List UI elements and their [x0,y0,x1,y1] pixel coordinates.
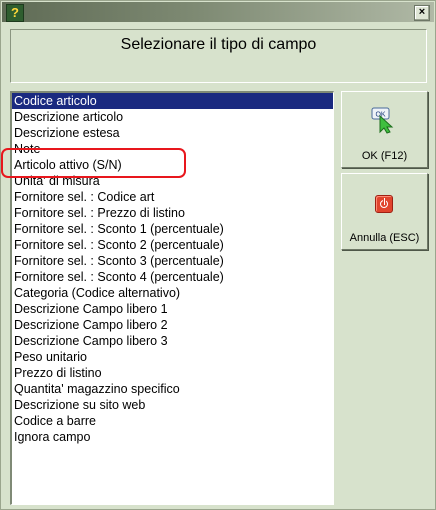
list-item[interactable]: Quantita' magazzino specifico [12,381,333,397]
cancel-button-label: Annulla (ESC) [349,232,420,244]
power-off-icon [375,195,393,213]
list-item[interactable]: Fornitore sel. : Sconto 3 (percentuale) [12,253,333,269]
list-item[interactable]: Codice a barre [12,413,333,429]
list-item[interactable]: Fornitore sel. : Sconto 2 (percentuale) [12,237,333,253]
list-item[interactable]: Peso unitario [12,349,333,365]
list-item[interactable]: Descrizione estesa [12,125,333,141]
list-item[interactable]: Note [12,141,333,157]
cancel-button[interactable]: Annulla (ESC) [341,173,428,250]
ok-button[interactable]: OK OK (F12) [341,91,428,168]
list-item[interactable]: Categoria (Codice alternativo) [12,285,333,301]
header-panel: Selezionare il tipo di campo [10,29,427,83]
list-item[interactable]: Articolo attivo (S/N) [12,157,333,173]
field-type-list[interactable]: Codice articolo Descrizione articolo Descr… [12,93,333,445]
list-item[interactable]: Fornitore sel. : Sconto 1 (percentuale) [12,221,333,237]
list-item[interactable]: Descrizione articolo [12,109,333,125]
list-item[interactable]: Descrizione Campo libero 2 [12,317,333,333]
title-bar[interactable]: ? × [2,2,434,22]
ok-button-label: OK (F12) [361,150,408,162]
ok-arrow-icon: OK [371,107,394,134]
list-item[interactable]: Fornitore sel. : Prezzo di listino [12,205,333,221]
list-item[interactable]: Fornitore sel. : Sconto 4 (percentuale) [12,269,333,285]
list-item[interactable]: Descrizione Campo libero 1 [12,301,333,317]
dialog-heading: Selezionare il tipo di campo [120,36,317,53]
dialog-window: ? × Selezionare il tipo di campo Codice … [0,0,436,510]
list-item[interactable]: Ignora campo [12,429,333,445]
list-item[interactable]: Unita' di misura [12,173,333,189]
list-item[interactable]: Fornitore sel. : Codice art [12,189,333,205]
list-item[interactable]: Descrizione Campo libero 3 [12,333,333,349]
list-item[interactable]: Codice articolo [12,93,333,109]
list-item[interactable]: Prezzo di listino [12,365,333,381]
list-item[interactable]: Descrizione su sito web [12,397,333,413]
field-type-listbox[interactable]: Codice articolo Descrizione articolo Descr… [10,91,334,505]
app-help-icon: ? [6,4,24,22]
close-button[interactable]: × [414,5,430,21]
